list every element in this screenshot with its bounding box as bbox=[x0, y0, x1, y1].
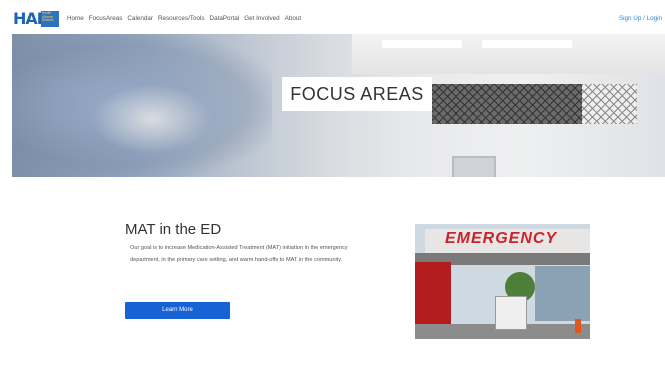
hero-bg-highlight bbox=[92, 84, 212, 154]
hero-title: FOCUS AREAS bbox=[282, 77, 432, 111]
nav-about[interactable]: About bbox=[285, 15, 301, 22]
section-description: Our goal is to increase Medication-Assis… bbox=[130, 245, 348, 263]
emergency-sign-text: EMERGENCY bbox=[445, 230, 558, 247]
signup-login-link[interactable]: Sign Up / Login bbox=[619, 15, 662, 22]
photo-ambulance bbox=[495, 296, 527, 330]
nav-home[interactable]: Home bbox=[67, 15, 84, 22]
hero-ceiling-light bbox=[382, 40, 462, 48]
nav-calendar[interactable]: Calendar bbox=[127, 15, 153, 22]
hero-ceiling-light bbox=[482, 40, 572, 48]
section-title: MAT in the ED bbox=[125, 221, 222, 238]
nav-data-portal[interactable]: DataPortal bbox=[210, 15, 240, 22]
nav-resources-tools[interactable]: Resources/Tools bbox=[158, 15, 205, 22]
main-nav: Home FocusAreas Calendar Resources/Tools… bbox=[67, 15, 301, 22]
nav-focus-areas[interactable]: FocusAreas bbox=[89, 15, 123, 22]
emergency-photo: EMERGENCY bbox=[415, 224, 590, 339]
top-navbar: HAP Health Alliance Network Home FocusAr… bbox=[0, 0, 665, 34]
logo-subtext: Health Alliance Network bbox=[42, 11, 54, 23]
hero-security-gate bbox=[582, 84, 637, 124]
hero-security-gate bbox=[432, 84, 582, 124]
hero-door bbox=[452, 156, 496, 177]
site-logo[interactable]: HAP Health Alliance Network bbox=[13, 9, 59, 29]
photo-building bbox=[535, 266, 590, 321]
nav-get-involved[interactable]: Get Involved bbox=[244, 15, 279, 22]
photo-traffic-cone bbox=[575, 319, 581, 333]
learn-more-button[interactable]: Learn More bbox=[125, 302, 230, 319]
